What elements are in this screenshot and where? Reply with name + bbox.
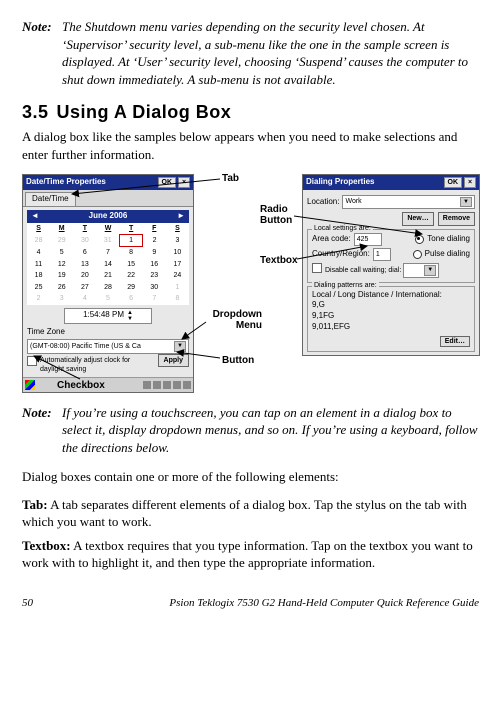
note-text: The Shutdown menu varies depending on th…	[62, 18, 479, 88]
def-tab-lead: Tab:	[22, 497, 48, 512]
section-heading: 3.5 Using A Dialog Box	[22, 100, 479, 124]
note-label: Note:	[22, 404, 62, 457]
def-textbox-text: A textbox requires that you type informa…	[22, 538, 473, 571]
page-footer: 50 Psion Teklogix 7530 G2 Hand-Held Comp…	[22, 596, 479, 611]
doc-title: Psion Teklogix 7530 G2 Hand-Held Compute…	[169, 596, 479, 611]
note-label: Note:	[22, 18, 62, 88]
section-title: Using A Dialog Box	[57, 102, 232, 122]
def-tab-text: A tab separates different elements of a …	[22, 497, 467, 530]
def-textbox-lead: Textbox:	[22, 538, 71, 553]
def-tab: Tab: A tab separates different elements …	[22, 496, 479, 531]
note-shutdown: Note: The Shutdown menu varies depending…	[22, 18, 479, 88]
annotation-arrows	[22, 174, 482, 394]
page-number: 50	[22, 596, 33, 611]
figure-row: Date/Time Properties OK × Date/Time ◄ Ju…	[22, 174, 479, 394]
def-textbox: Textbox: A textbox requires that you typ…	[22, 537, 479, 572]
section-number: 3.5	[22, 102, 49, 122]
note-touchscreen: Note: If you’re using a touchscreen, you…	[22, 404, 479, 457]
note-text: If you’re using a touchscreen, you can t…	[62, 404, 479, 457]
intro-paragraph: A dialog box like the samples below appe…	[22, 128, 479, 163]
elements-intro: Dialog boxes contain one or more of the …	[22, 468, 479, 486]
